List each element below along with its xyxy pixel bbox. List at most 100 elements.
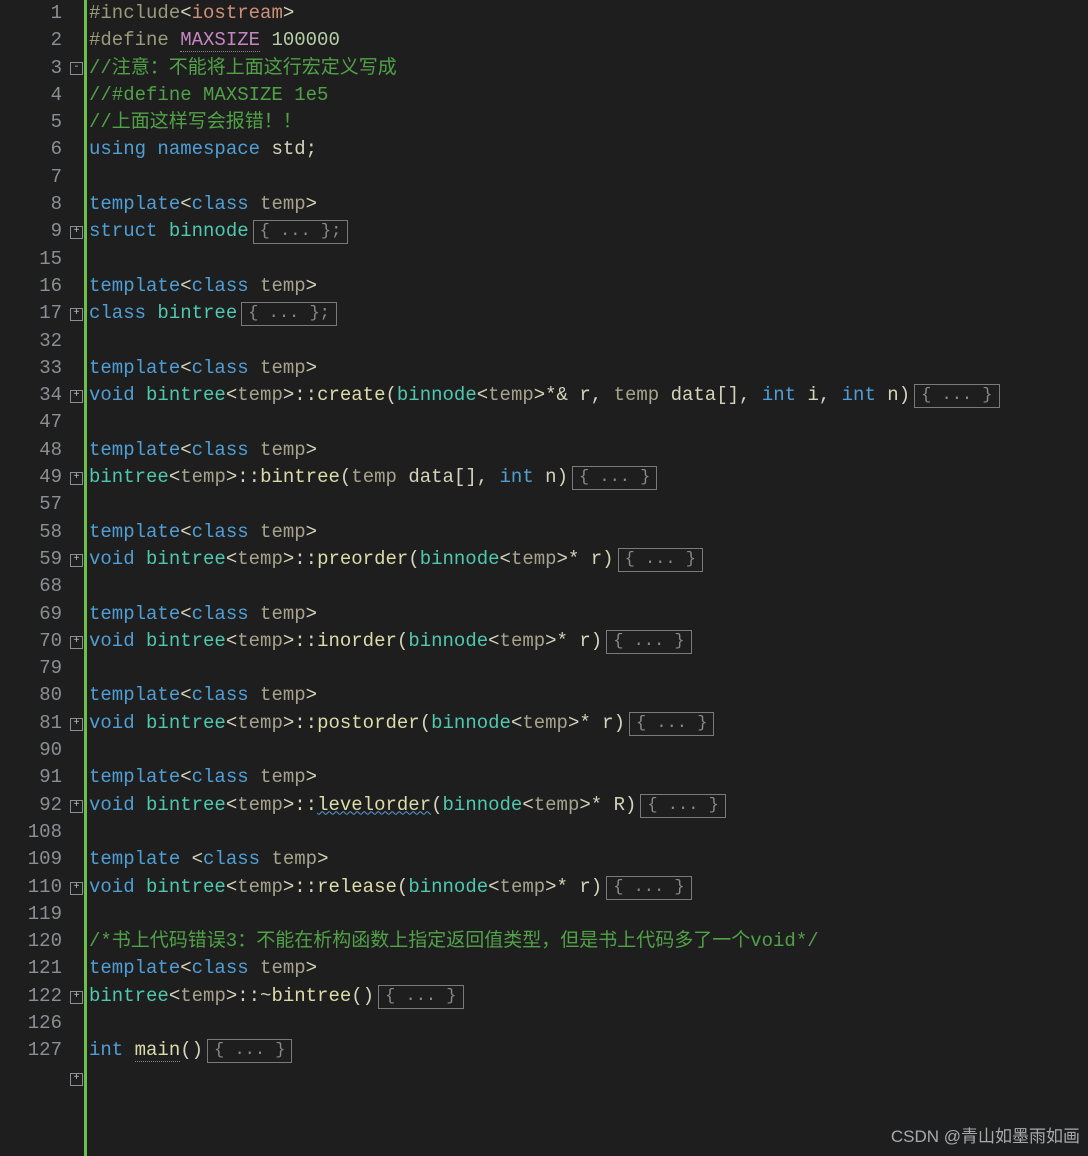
code-line: bintree<temp>::bintree(temp data[], int …: [89, 464, 1088, 491]
fold-expand-icon[interactable]: +: [70, 882, 83, 895]
line-number: 121: [0, 955, 72, 982]
line-number: 47: [0, 409, 72, 436]
fold-expand-icon[interactable]: +: [70, 636, 83, 649]
fold-collapse-icon[interactable]: -: [70, 62, 83, 75]
line-number: 4: [0, 82, 72, 109]
line-number: 17: [0, 300, 72, 327]
code-line: class bintree{ ... };: [89, 300, 1088, 327]
code-line: template<class temp>: [89, 437, 1088, 464]
code-line: [89, 901, 1088, 928]
code-line: template<class temp>: [89, 355, 1088, 382]
code-line: bintree<temp>::~bintree(){ ... }: [89, 983, 1088, 1010]
code-line: template<class temp>: [89, 273, 1088, 300]
line-number: 8: [0, 191, 72, 218]
code-line: [89, 491, 1088, 518]
line-number: 92: [0, 792, 72, 819]
code-area[interactable]: #include<iostream> #define MAXSIZE 10000…: [87, 0, 1088, 1156]
line-number: 80: [0, 682, 72, 709]
code-line: [89, 819, 1088, 846]
fold-placeholder[interactable]: { ... }: [914, 384, 999, 408]
code-line: template<class temp>: [89, 682, 1088, 709]
code-line: [89, 246, 1088, 273]
fold-expand-icon[interactable]: +: [70, 554, 83, 567]
code-line: #define MAXSIZE 100000: [89, 27, 1088, 54]
code-line: [89, 409, 1088, 436]
line-number: 6: [0, 136, 72, 163]
code-line: template<class temp>: [89, 955, 1088, 982]
line-number: 34: [0, 382, 72, 409]
line-number: 90: [0, 737, 72, 764]
code-line: /*书上代码错误3：不能在析构函数上指定返回值类型，但是书上代码多了一个void…: [89, 928, 1088, 955]
code-line: int main(){ ... }: [89, 1037, 1088, 1064]
line-number: 119: [0, 901, 72, 928]
code-line: template<class temp>: [89, 601, 1088, 628]
line-number: 120: [0, 928, 72, 955]
code-line: [89, 328, 1088, 355]
fold-placeholder[interactable]: { ... }: [572, 466, 657, 490]
line-number: 57: [0, 491, 72, 518]
code-line: template<class temp>: [89, 764, 1088, 791]
line-number: 109: [0, 846, 72, 873]
line-number: 68: [0, 573, 72, 600]
line-number: 7: [0, 164, 72, 191]
fold-placeholder[interactable]: { ... }: [640, 794, 725, 818]
line-number: 49: [0, 464, 72, 491]
code-line: [89, 1010, 1088, 1037]
line-number: 91: [0, 764, 72, 791]
code-line: //注意：不能将上面这行宏定义写成: [89, 55, 1088, 82]
line-number: 110: [0, 874, 72, 901]
fold-placeholder[interactable]: { ... }: [629, 712, 714, 736]
fold-expand-icon[interactable]: +: [70, 991, 83, 1004]
code-line: template <class temp>: [89, 846, 1088, 873]
line-number: 69: [0, 601, 72, 628]
line-number: 16: [0, 273, 72, 300]
line-number: 59: [0, 546, 72, 573]
code-line: void bintree<temp>::levelorder(binnode<t…: [89, 792, 1088, 819]
line-number: 81: [0, 710, 72, 737]
line-number: 79: [0, 655, 72, 682]
line-number: 1: [0, 0, 72, 27]
fold-expand-icon[interactable]: +: [70, 390, 83, 403]
code-line: [89, 573, 1088, 600]
code-line: //上面这样写会报错！！: [89, 109, 1088, 136]
code-editor[interactable]: 1234567891516173233344748495758596869707…: [0, 0, 1088, 1156]
code-line: void bintree<temp>::preorder(binnode<tem…: [89, 546, 1088, 573]
fold-placeholder[interactable]: { ... }: [378, 985, 463, 1009]
fold-expand-icon[interactable]: +: [70, 226, 83, 239]
code-line: [89, 655, 1088, 682]
fold-placeholder[interactable]: { ... };: [253, 220, 349, 244]
fold-placeholder[interactable]: { ... }: [606, 876, 691, 900]
line-number: 126: [0, 1010, 72, 1037]
code-line: void bintree<temp>::create(binnode<temp>…: [89, 382, 1088, 409]
fold-expand-icon[interactable]: +: [70, 308, 83, 321]
code-line: using namespace std;: [89, 136, 1088, 163]
code-line: [89, 737, 1088, 764]
code-line: void bintree<temp>::postorder(binnode<te…: [89, 710, 1088, 737]
line-number: 15: [0, 246, 72, 273]
fold-expand-icon[interactable]: +: [70, 1073, 83, 1086]
code-line: template<class temp>: [89, 519, 1088, 546]
line-number: 127: [0, 1037, 72, 1064]
line-number: 58: [0, 519, 72, 546]
code-line: template<class temp>: [89, 191, 1088, 218]
line-number: 48: [0, 437, 72, 464]
watermark: CSDN @青山如墨雨如画: [891, 1123, 1080, 1150]
code-line: struct binnode{ ... };: [89, 218, 1088, 245]
line-number: 70: [0, 628, 72, 655]
fold-expand-icon[interactable]: +: [70, 800, 83, 813]
line-number: 32: [0, 328, 72, 355]
code-line: void bintree<temp>::inorder(binnode<temp…: [89, 628, 1088, 655]
fold-expand-icon[interactable]: +: [70, 472, 83, 485]
line-number: 122: [0, 983, 72, 1010]
fold-placeholder[interactable]: { ... }: [606, 630, 691, 654]
line-number: 108: [0, 819, 72, 846]
line-number: 3: [0, 55, 72, 82]
fold-placeholder[interactable]: { ... }: [618, 548, 703, 572]
code-line: //#define MAXSIZE 1e5: [89, 82, 1088, 109]
line-number: 5: [0, 109, 72, 136]
line-number-gutter: 1234567891516173233344748495758596869707…: [0, 0, 72, 1156]
fold-expand-icon[interactable]: +: [70, 718, 83, 731]
fold-placeholder[interactable]: { ... };: [241, 302, 337, 326]
code-line: #include<iostream>: [89, 0, 1088, 27]
fold-placeholder[interactable]: { ... }: [207, 1039, 292, 1063]
